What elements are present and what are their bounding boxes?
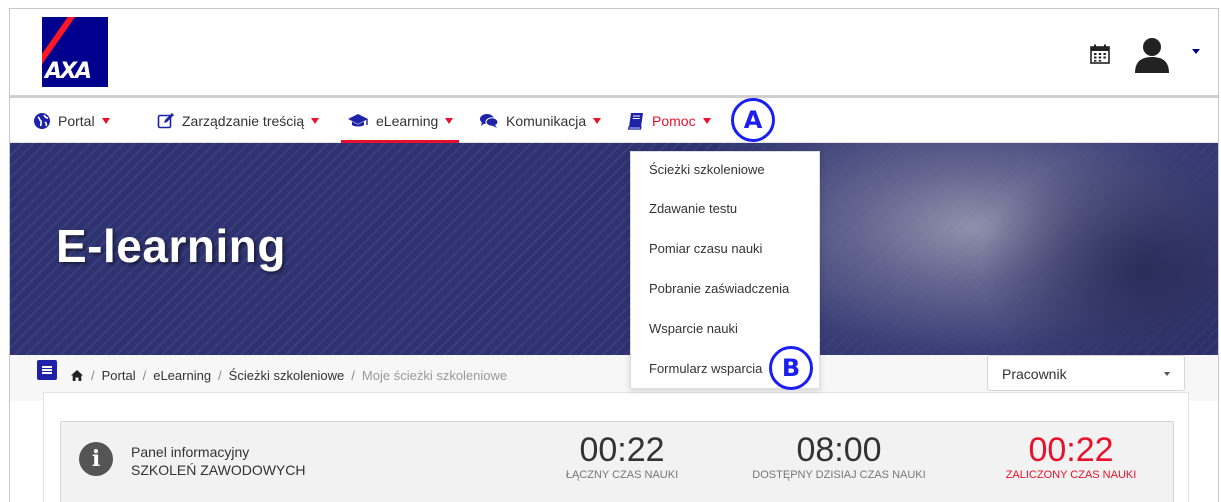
breadcrumb-item-elearning[interactable]: eLearning	[153, 368, 211, 383]
menu-item-learning-time[interactable]: Pomiar czasu nauki	[649, 241, 762, 256]
logo-text: AXA	[45, 59, 92, 84]
nav-label-portal: Portal	[58, 112, 95, 129]
caret-down-icon	[311, 117, 320, 124]
info-panel: i Panel informacyjny SZKOLEŃ ZAWODOWYCH …	[60, 421, 1174, 502]
caret-down-icon	[101, 117, 110, 124]
nav-label-content-management: Zarządzanie treścią	[182, 112, 305, 129]
edit-icon	[157, 112, 174, 128]
breadcrumb-separator: /	[142, 368, 147, 383]
sidebar-toggle-button[interactable]	[37, 360, 57, 380]
chevron-down-icon	[1164, 372, 1170, 376]
top-header: AXA	[10, 9, 1218, 95]
nav-item-elearning[interactable]: eLearning	[340, 98, 460, 143]
caret-down-icon	[445, 117, 454, 124]
info-panel-subtitle: SZKOLEŃ ZAWODOWYCH	[131, 462, 306, 478]
user-menu-chevron-down-icon[interactable]	[1192, 49, 1200, 54]
info-icon: i	[79, 442, 113, 476]
stat-value: 00:22	[1028, 431, 1114, 469]
stat-value: 08:00	[796, 431, 882, 469]
breadcrumb-separator: /	[218, 368, 222, 383]
stat-label: DOSTĘPNY DZISIAJ CZAS NAUKI	[752, 469, 926, 481]
menu-item-training-paths[interactable]: Ścieżki szkoleniowe	[649, 162, 765, 177]
stat-credited-time: 00:22 ZALICZONY CZAS NAUKI	[981, 432, 1161, 481]
role-select-value: Pracownik	[1002, 366, 1067, 382]
nav-label-help: Pomoc	[652, 112, 696, 129]
nav-item-communication[interactable]: Komunikacja	[479, 98, 602, 143]
caret-down-icon	[593, 117, 602, 124]
breadcrumb-item-portal[interactable]: Portal	[102, 368, 136, 383]
nav-label-elearning: eLearning	[376, 112, 439, 129]
annotation-marker-b: B	[769, 346, 813, 390]
main-nav: Portal Zarządzanie treścią eLearning Kom…	[10, 98, 1218, 143]
user-avatar-icon[interactable]	[1132, 37, 1172, 73]
globe-icon	[34, 112, 50, 129]
main-content: i Panel informacyjny SZKOLEŃ ZAWODOWYCH …	[43, 392, 1189, 502]
annotation-marker-a: A	[731, 98, 775, 142]
info-panel-title: Panel informacyjny	[131, 444, 250, 460]
breadcrumb-item-current: Moje ścieżki szkoleniowe	[361, 368, 508, 383]
stat-available-today: 08:00 DOSTĘPNY DZISIAJ CZAS NAUKI	[729, 432, 949, 481]
home-icon[interactable]	[70, 369, 84, 382]
caret-down-icon	[702, 117, 711, 124]
role-select[interactable]: Pracownik	[987, 355, 1185, 391]
menu-item-download-certificate[interactable]: Pobranie zaświadczenia	[649, 281, 789, 296]
nav-item-portal[interactable]: Portal	[33, 98, 110, 143]
axa-logo[interactable]: AXA	[42, 17, 108, 87]
menu-item-taking-test[interactable]: Zdawanie testu	[649, 201, 737, 216]
nav-item-content-management[interactable]: Zarządzanie treścią	[157, 98, 320, 143]
stat-label: ZALICZONY CZAS NAUKI	[1005, 469, 1137, 481]
calendar-icon[interactable]	[1090, 44, 1110, 64]
hero-banner: E-learning	[10, 143, 1218, 355]
chat-bubbles-icon	[480, 113, 499, 128]
graduation-cap-icon	[348, 113, 368, 126]
book-icon	[627, 112, 643, 130]
menu-item-support-form[interactable]: Formularz wsparcia	[649, 361, 762, 376]
menu-bar	[42, 369, 52, 371]
breadcrumb-item-training-paths[interactable]: Ścieżki szkoleniowe	[229, 368, 345, 383]
stat-label: ŁĄCZNY CZAS NAUKI	[565, 469, 679, 481]
breadcrumb-separator: /	[351, 368, 355, 383]
stat-value: 00:22	[579, 431, 665, 469]
menu-bar	[42, 372, 52, 374]
page-title: E-learning	[56, 220, 286, 272]
menu-item-learning-support[interactable]: Wsparcie nauki	[649, 321, 738, 336]
breadcrumb: / Portal / eLearning / Ścieżki szkolenio…	[70, 368, 507, 383]
breadcrumb-separator: /	[91, 368, 95, 383]
menu-bar	[42, 366, 52, 368]
hero-photo-shade	[978, 143, 1218, 355]
nav-label-communication: Komunikacja	[506, 112, 587, 129]
app-frame: AXA Portal Zarządzanie treścią eLearning…	[9, 8, 1219, 502]
nav-item-help[interactable]: Pomoc	[627, 98, 711, 143]
stat-total-time: 00:22 ŁĄCZNY CZAS NAUKI	[547, 432, 697, 481]
